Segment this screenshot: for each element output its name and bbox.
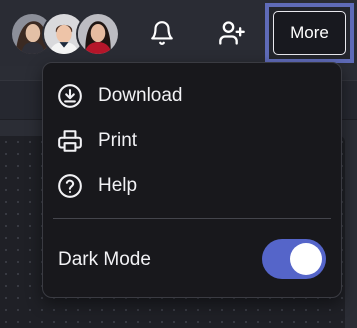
dark-mode-label: Dark Mode (58, 249, 151, 270)
collaborator-avatars (10, 12, 130, 56)
menu-item-help[interactable]: Help (43, 164, 341, 208)
more-dropdown-menu: Download Print Help Dark Mode (42, 62, 342, 298)
toggle-knob (290, 243, 322, 275)
menu-item-print[interactable]: Print (43, 119, 341, 163)
more-button-focus-ring: More (265, 3, 354, 63)
menu-item-download[interactable]: Download (43, 74, 341, 118)
menu-item-label: Download (98, 85, 183, 106)
more-button[interactable]: More (273, 11, 346, 55)
menu-item-label: Print (98, 130, 138, 151)
notifications-button[interactable] (146, 17, 178, 49)
dark-mode-row: Dark Mode (43, 235, 341, 283)
printer-icon (57, 128, 83, 154)
bell-icon (151, 21, 173, 45)
invite-user-button[interactable] (216, 17, 248, 49)
top-bar: More (0, 0, 357, 66)
help-icon (57, 173, 83, 199)
avatar[interactable] (76, 12, 120, 56)
download-icon (57, 83, 83, 109)
menu-divider (53, 218, 331, 219)
dark-mode-toggle[interactable] (262, 239, 326, 279)
canvas-edge (345, 136, 357, 328)
menu-item-label: Help (98, 175, 138, 196)
add-user-icon (219, 21, 245, 45)
